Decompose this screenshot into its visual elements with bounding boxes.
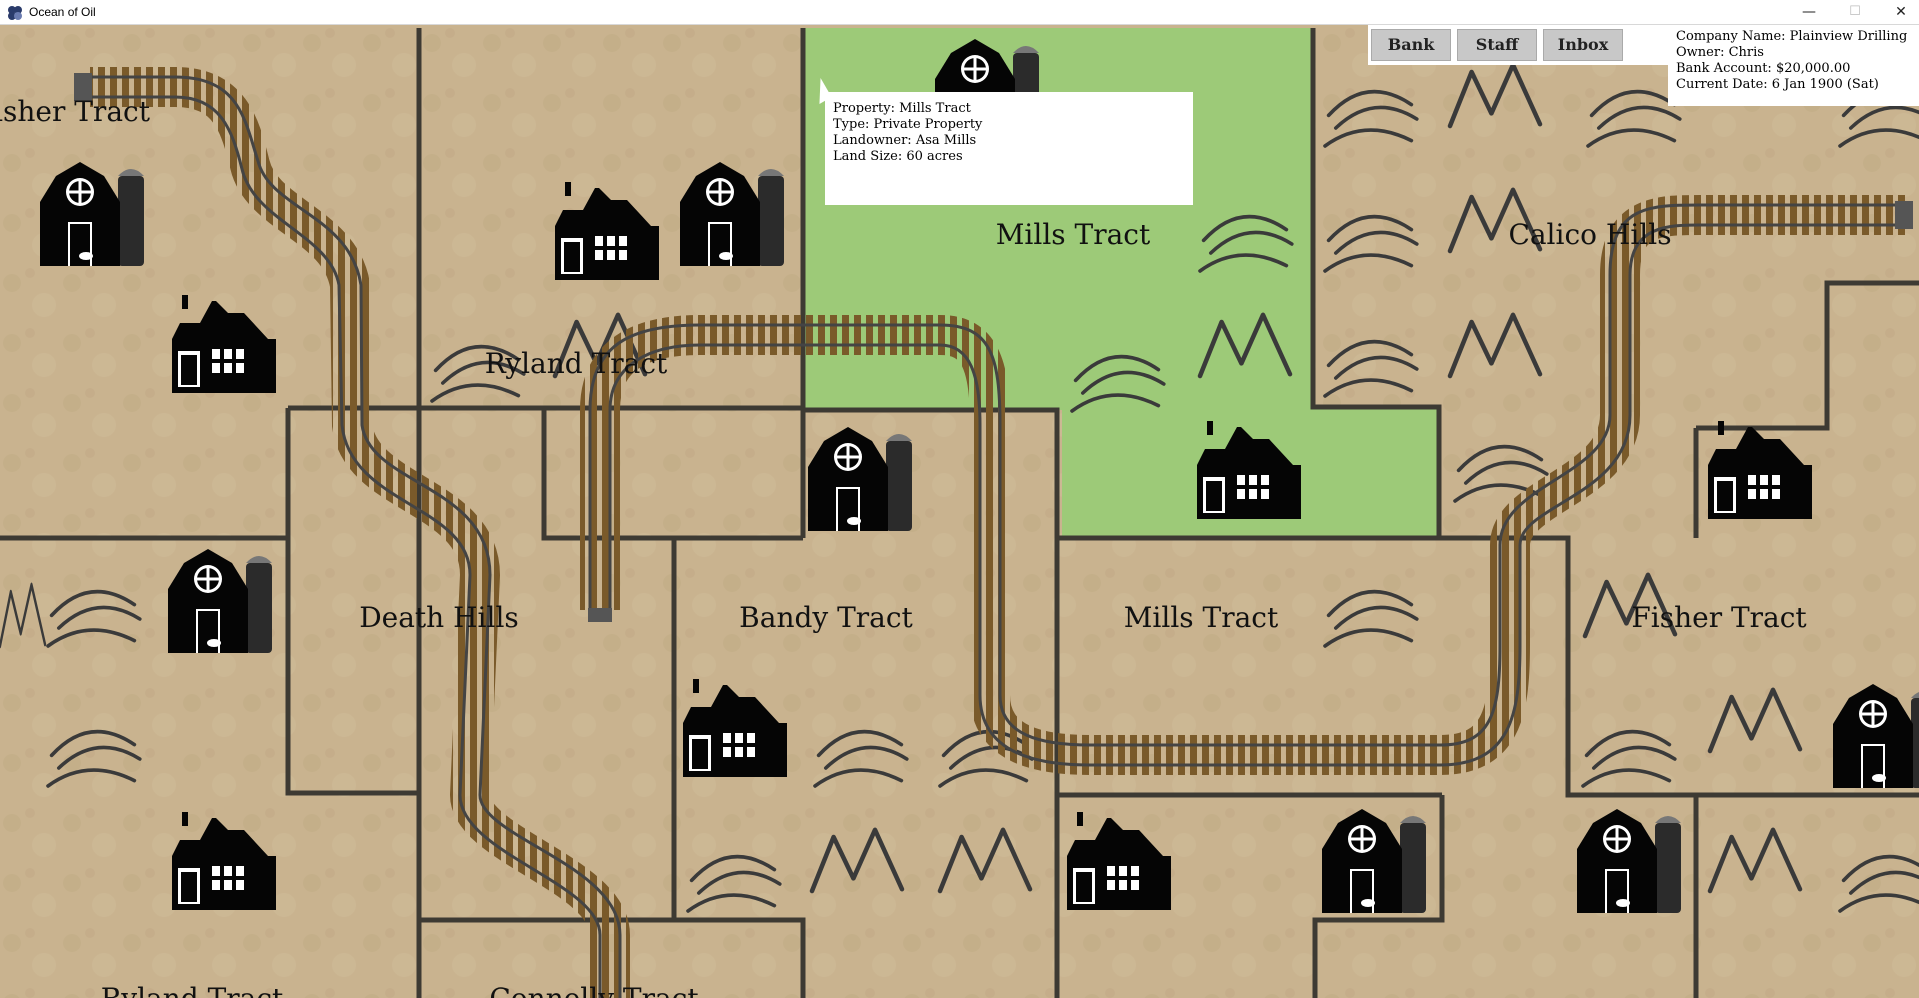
- track-end-middle: [588, 608, 612, 622]
- bank-account: Bank Account: $20,000.00: [1676, 61, 1851, 76]
- tooltip-property: Property: Mills Tract: [833, 101, 971, 116]
- company-info-panel: Company Name: Plainview Drilling Owner: …: [1668, 25, 1919, 106]
- property-tooltip: Property: Mills Tract Type: Private Prop…: [808, 77, 1193, 205]
- tract-label-connelly[interactable]: Connelly Tract: [489, 982, 698, 998]
- tooltip-landowner: Landowner: Asa Mills: [833, 133, 977, 148]
- staff-button[interactable]: Staff: [1457, 29, 1537, 61]
- close-button[interactable]: ✕: [1878, 0, 1919, 25]
- game-map[interactable]: isher Tract Ryland Tract Mills Tract Cal…: [0, 25, 1919, 998]
- title-bar: Ocean of Oil — ☐ ✕: [0, 0, 1919, 25]
- bank-button[interactable]: Bank: [1371, 29, 1451, 61]
- tract-label-mills-lower[interactable]: Mills Tract: [1124, 601, 1279, 634]
- tooltip-land-size: Land Size: 60 acres: [833, 149, 963, 164]
- top-toolbar: Bank Staff Inbox: [1368, 25, 1670, 65]
- tract-label-bandy[interactable]: Bandy Tract: [739, 601, 913, 634]
- tract-label-fisher-top[interactable]: isher Tract: [0, 95, 150, 128]
- tract-label-ryland[interactable]: Ryland Tract: [485, 347, 668, 380]
- tract-label-mills-selected[interactable]: Mills Tract: [996, 218, 1151, 251]
- tract-label-calico-hills[interactable]: Calico Hills: [1508, 218, 1671, 251]
- company-name: Company Name: Plainview Drilling: [1676, 29, 1908, 44]
- maximize-button[interactable]: ☐: [1832, 0, 1878, 25]
- tooltip-type: Type: Private Property: [833, 117, 983, 132]
- current-date: Current Date: 6 Jan 1900 (Sat): [1676, 77, 1879, 92]
- minimize-button[interactable]: —: [1786, 0, 1832, 25]
- tract-label-ryland-bottom[interactable]: Ryland Tract: [101, 982, 284, 998]
- inbox-button[interactable]: Inbox: [1543, 29, 1623, 61]
- app-icon: [8, 6, 22, 20]
- owner-name: Owner: Chris: [1676, 45, 1764, 60]
- track-end-right: [1895, 201, 1913, 229]
- tract-label-fisher-right[interactable]: Fisher Tract: [1631, 601, 1806, 634]
- tract-label-death-hills[interactable]: Death Hills: [359, 601, 519, 634]
- window-title: Ocean of Oil: [29, 5, 96, 19]
